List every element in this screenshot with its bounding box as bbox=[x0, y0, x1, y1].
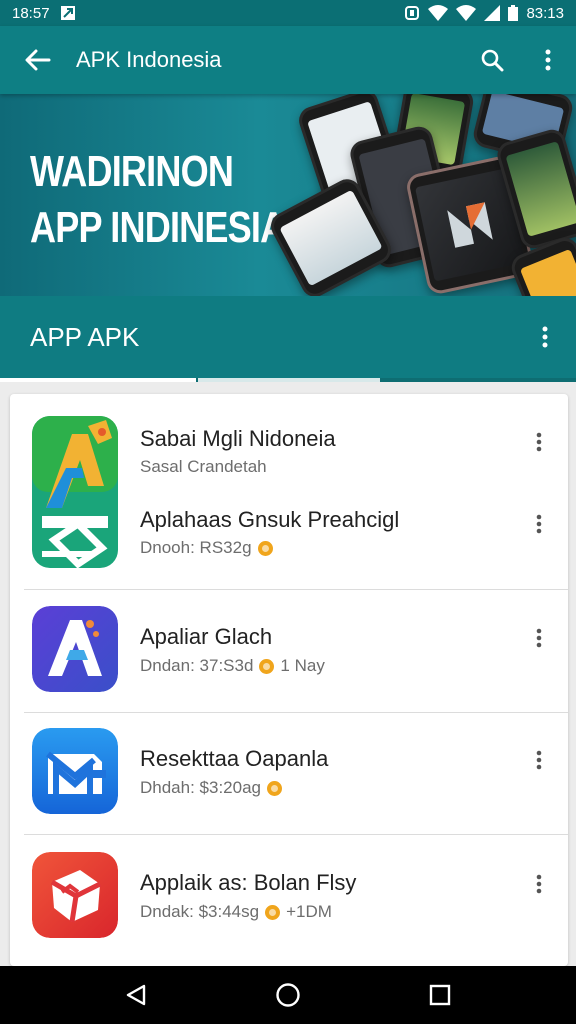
nav-home-icon[interactable] bbox=[258, 966, 318, 1024]
sim-card-icon bbox=[60, 5, 76, 21]
more-vert-icon[interactable] bbox=[520, 26, 576, 94]
battery-percent: 83:13 bbox=[526, 4, 564, 22]
tab-indicator-secondary bbox=[198, 378, 380, 382]
app-subtitle: Dnooh: RS32g bbox=[140, 538, 273, 558]
app-download-info: Dndan: 37:S3d bbox=[140, 656, 254, 675]
status-time: 18:57 bbox=[12, 4, 50, 22]
more-vert-icon[interactable] bbox=[514, 296, 576, 378]
search-icon[interactable] bbox=[464, 26, 520, 94]
battery-icon bbox=[508, 5, 519, 21]
app-list: Sabai Mgli Nidoneia Sasal Crandetah Apla… bbox=[10, 394, 568, 966]
section-header: APP APK bbox=[0, 296, 576, 378]
app-developer: Sasal Crandetah bbox=[140, 457, 267, 476]
coin-icon bbox=[259, 658, 275, 674]
app-name: Apaliar Glach bbox=[140, 624, 273, 649]
app-bar-title: APK Indonesia bbox=[76, 47, 222, 72]
app-download-info: Dndak: $3:44sg bbox=[140, 902, 260, 921]
hero-line-2: APP INDINESIA bbox=[30, 203, 286, 252]
app-subtitle: Dhdah: $3:20ag bbox=[140, 778, 282, 798]
coin-icon bbox=[257, 540, 273, 556]
system-nav-bar bbox=[0, 966, 576, 1024]
hero-headline: WADIRINON APP INDINESIA bbox=[30, 144, 286, 256]
more-vert-icon[interactable] bbox=[526, 618, 552, 658]
list-item[interactable]: Apaliar Glach Dndan: 37:S3d 1 Nay bbox=[10, 590, 568, 712]
wifi-icon-2 bbox=[456, 5, 477, 21]
app-extra-info: +1DM bbox=[286, 902, 332, 921]
cube-red-icon bbox=[32, 852, 118, 938]
letter-a-purple-icon bbox=[32, 606, 118, 692]
nfc-icon bbox=[404, 5, 420, 21]
signal-icon bbox=[484, 5, 501, 21]
nav-recents-icon[interactable] bbox=[410, 966, 470, 1024]
list-item[interactable]: Applaik as: Bolan Flsy Dndak: $3:44sg +1… bbox=[10, 834, 568, 966]
app-subtitle: Dndan: 37:S3d 1 Nay bbox=[140, 656, 325, 676]
list-item[interactable]: Resekttaa Oapanla Dhdah: $3:20ag bbox=[10, 712, 568, 834]
arrow-left-icon[interactable] bbox=[0, 26, 76, 94]
app-name: Resekttaa Oapanla bbox=[140, 746, 329, 771]
app-name: Applaik as: Bolan Flsy bbox=[140, 870, 357, 895]
coin-icon bbox=[267, 780, 282, 796]
app-name: Aplahaas Gnsuk Preahcigl bbox=[140, 507, 400, 532]
tab-indicator bbox=[0, 378, 576, 382]
hero-line-1: WADIRINON bbox=[30, 147, 234, 196]
wifi-icon bbox=[428, 5, 449, 21]
list-item[interactable]: Sabai Mgli Nidoneia Sasal Crandetah Apla… bbox=[10, 394, 568, 590]
tab-indicator-active bbox=[0, 378, 196, 382]
app-subtitle: Dndak: $3:44sg +1DM bbox=[140, 902, 332, 922]
app-name: Sabai Mgli Nidoneia bbox=[140, 426, 336, 451]
app-download-info: Dnooh: RS32g bbox=[140, 538, 252, 557]
more-vert-icon[interactable] bbox=[526, 504, 552, 544]
more-vert-icon[interactable] bbox=[526, 864, 552, 904]
letter-a-green-icon bbox=[32, 416, 118, 568]
app-extra-info: 1 Nay bbox=[280, 656, 325, 675]
app-bar: APK Indonesia bbox=[0, 26, 576, 94]
section-title: APP APK bbox=[30, 321, 140, 352]
more-vert-icon[interactable] bbox=[526, 422, 552, 462]
nav-back-icon[interactable] bbox=[106, 966, 166, 1024]
app-download-info: Dhdah: $3:20ag bbox=[140, 778, 261, 797]
hero-banner[interactable]: WADIRINON APP INDINESIA bbox=[0, 94, 576, 296]
app-subtitle: Sasal Crandetah bbox=[140, 457, 267, 477]
status-bar: 18:57 83:13 bbox=[0, 0, 576, 26]
more-vert-icon[interactable] bbox=[526, 740, 552, 780]
mail-blue-icon bbox=[32, 728, 118, 814]
coin-icon bbox=[265, 904, 281, 920]
